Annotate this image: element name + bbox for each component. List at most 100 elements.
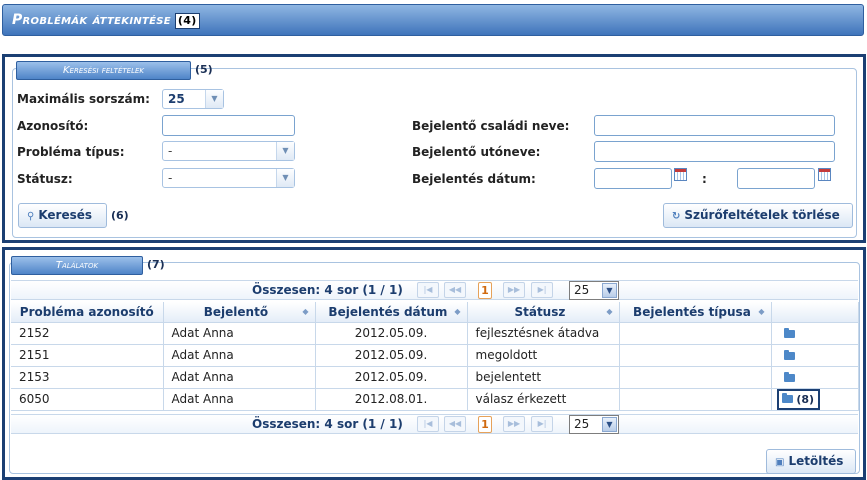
- pager-bottom: Összesen: 4 sor (1 / 1) |◀ ◀◀ 1 ▶▶ ▶| 25…: [11, 414, 858, 434]
- next-page-button[interactable]: ▶▶: [503, 416, 525, 432]
- cell-problem-id: 6050: [11, 388, 164, 411]
- col-header-report-date[interactable]: Bejelentés dátum ◆: [315, 302, 468, 323]
- id-input[interactable]: [162, 115, 295, 136]
- cell-reporter: Adat Anna: [163, 344, 316, 367]
- max-number-value: 25: [168, 92, 185, 106]
- table-row[interactable]: 2153 Adat Anna 2012.05.09. bejelentett: [11, 366, 859, 389]
- col-header-label: Probléma azonosító: [19, 304, 154, 319]
- col-header-problem-id[interactable]: Probléma azonosító: [11, 302, 164, 323]
- search-button-label: Keresés: [38, 208, 93, 222]
- col-header-label: Bejelentés dátum: [328, 304, 448, 319]
- reporter-firstname-input[interactable]: [594, 141, 835, 162]
- first-page-button[interactable]: |◀: [417, 282, 439, 298]
- page-size-select[interactable]: 25 ▼: [569, 415, 619, 434]
- callout-8: (8): [796, 392, 815, 406]
- magnifier-icon: ⚲: [27, 211, 35, 222]
- reporter-firstname-label: Bejelentő utóneve:: [412, 145, 541, 159]
- col-header-label: Bejelentő: [203, 304, 269, 319]
- cell-report-date: 2012.05.09.: [315, 366, 468, 389]
- chevron-down-icon: ▼: [276, 169, 294, 187]
- cell-report-date: 2012.05.09.: [315, 344, 468, 367]
- results-legend: Találatok: [11, 256, 143, 275]
- first-page-button[interactable]: |◀: [417, 416, 439, 432]
- cell-reporter: Adat Anna: [163, 322, 316, 345]
- chevron-down-icon: ▼: [602, 417, 617, 432]
- sort-icon: ◆: [302, 306, 309, 316]
- open-folder-icon[interactable]: [783, 349, 795, 360]
- table-row[interactable]: 2152 Adat Anna 2012.05.09. fejlesztésnek…: [11, 322, 859, 345]
- cell-actions: [771, 322, 859, 345]
- callout-4: (4): [174, 13, 200, 29]
- problem-type-value: -: [168, 144, 173, 158]
- reporter-lastname-input[interactable]: [594, 115, 835, 136]
- report-date-label: Bejelentés dátum:: [412, 172, 536, 186]
- download-button-label: Letöltés: [788, 454, 844, 468]
- last-page-button[interactable]: ▶|: [531, 282, 553, 298]
- cell-problem-id: 2152: [11, 322, 164, 345]
- cell-actions: (8): [771, 388, 859, 411]
- table-row[interactable]: 2151 Adat Anna 2012.05.09. megoldott: [11, 344, 859, 367]
- calendar-icon[interactable]: [674, 168, 687, 181]
- page-number-button[interactable]: 1: [478, 416, 492, 433]
- clear-filters-button[interactable]: ↻ Szűrőfeltételek törlése: [663, 203, 853, 228]
- cell-actions: [771, 344, 859, 367]
- date-separator: :: [702, 172, 707, 186]
- col-header-label: Státusz: [514, 304, 566, 319]
- callout-6: (6): [111, 209, 129, 222]
- col-header-label: Bejelentés típusa: [633, 304, 751, 319]
- refresh-icon: ↻: [672, 211, 681, 222]
- search-panel: Keresési feltételek (5) Maximális sorszá…: [2, 54, 866, 243]
- document-icon: ▣: [775, 457, 785, 468]
- cell-problem-id: 2151: [11, 344, 164, 367]
- chevron-down-icon: ▼: [602, 283, 617, 298]
- calendar-icon[interactable]: [818, 168, 831, 181]
- cell-actions: [771, 366, 859, 389]
- status-label: Státusz:: [17, 172, 73, 186]
- open-folder-icon[interactable]: [783, 327, 795, 338]
- problem-type-label: Probléma típus:: [17, 145, 125, 159]
- cell-report-type: [619, 344, 772, 367]
- date-to-input[interactable]: [737, 168, 815, 189]
- page-size-value: 25: [574, 283, 590, 297]
- reporter-lastname-label: Bejelentő családi neve:: [412, 119, 570, 133]
- table-row[interactable]: 6050 Adat Anna 2012.08.01. válasz érkeze…: [11, 388, 859, 411]
- col-header-report-type[interactable]: Bejelentés típusa ◆: [619, 302, 772, 323]
- page-title: Problémák áttekintése (4): [12, 12, 200, 29]
- last-page-button[interactable]: ▶|: [531, 416, 553, 432]
- cell-report-date: 2012.08.01.: [315, 388, 468, 411]
- page-size-select[interactable]: 25 ▼: [569, 281, 619, 300]
- prev-page-button[interactable]: ◀◀: [444, 282, 466, 298]
- page-size-value: 25: [574, 417, 590, 431]
- results-table: Probléma azonosító Bejelentő ◆ Bejelentés…: [11, 302, 859, 411]
- status-select[interactable]: - ▼: [162, 168, 295, 188]
- sort-icon: ◆: [758, 306, 765, 316]
- cell-report-type: [619, 322, 772, 345]
- cell-status: fejlesztésnek átadva: [467, 322, 620, 345]
- col-header-reporter[interactable]: Bejelentő ◆: [163, 302, 316, 323]
- col-header-status[interactable]: Státusz ◆: [467, 302, 620, 323]
- open-folder-icon[interactable]: [783, 371, 795, 382]
- download-button[interactable]: ▣ Letöltés: [766, 449, 856, 474]
- page-header: Problémák áttekintése (4): [2, 4, 864, 36]
- search-button[interactable]: ⚲ Keresés: [18, 203, 107, 228]
- max-number-select[interactable]: 25 ▼: [162, 89, 224, 109]
- date-from-input[interactable]: [594, 168, 672, 189]
- page-number-button[interactable]: 1: [478, 282, 492, 299]
- sort-icon: ◆: [454, 306, 461, 316]
- cell-reporter: Adat Anna: [163, 366, 316, 389]
- problem-type-select[interactable]: - ▼: [162, 141, 295, 161]
- chevron-down-icon: ▼: [276, 142, 294, 160]
- id-label: Azonosító:: [17, 119, 89, 133]
- search-legend: Keresési feltételek: [16, 61, 191, 80]
- table-header-row: Probléma azonosító Bejelentő ◆ Bejelentés…: [11, 302, 859, 323]
- callout-5: (5): [195, 63, 213, 76]
- cell-report-type: [619, 388, 772, 411]
- cell-reporter: Adat Anna: [163, 388, 316, 411]
- cell-status: bejelentett: [467, 366, 620, 389]
- next-page-button[interactable]: ▶▶: [503, 282, 525, 298]
- sort-icon: ◆: [606, 306, 613, 316]
- prev-page-button[interactable]: ◀◀: [444, 416, 466, 432]
- cell-report-type: [619, 366, 772, 389]
- cell-status: válasz érkezett: [467, 388, 620, 411]
- open-folder-icon[interactable]: [781, 393, 793, 403]
